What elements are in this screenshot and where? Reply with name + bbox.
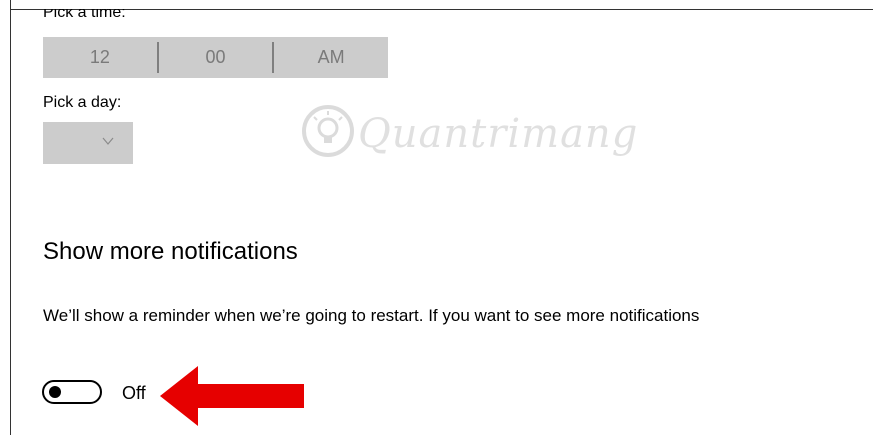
- period-selector[interactable]: AM: [274, 37, 388, 78]
- watermark-text: Quantrimang: [358, 111, 639, 157]
- time-picker[interactable]: 12 00 AM: [43, 37, 388, 78]
- pick-time-label: Pick a time:: [43, 4, 126, 21]
- toggle-knob: [49, 386, 61, 398]
- chevron-down-icon: [102, 137, 114, 145]
- window-border-top: [10, 9, 873, 10]
- arrow-left-icon: [160, 366, 304, 426]
- hour-selector[interactable]: 12: [43, 37, 157, 78]
- lightbulb-icon: [302, 105, 354, 157]
- window-border-left: [10, 0, 11, 435]
- day-dropdown[interactable]: [43, 122, 133, 164]
- minute-selector[interactable]: 00: [159, 37, 273, 78]
- pick-day-label: Pick a day:: [43, 94, 122, 111]
- section-heading: Show more notifications: [43, 238, 298, 265]
- notifications-toggle[interactable]: [42, 380, 102, 404]
- watermark: Quantrimang: [300, 97, 637, 167]
- notifications-description: We’ll show a reminder when we’re going t…: [43, 306, 700, 325]
- toggle-state-label: Off: [122, 383, 146, 403]
